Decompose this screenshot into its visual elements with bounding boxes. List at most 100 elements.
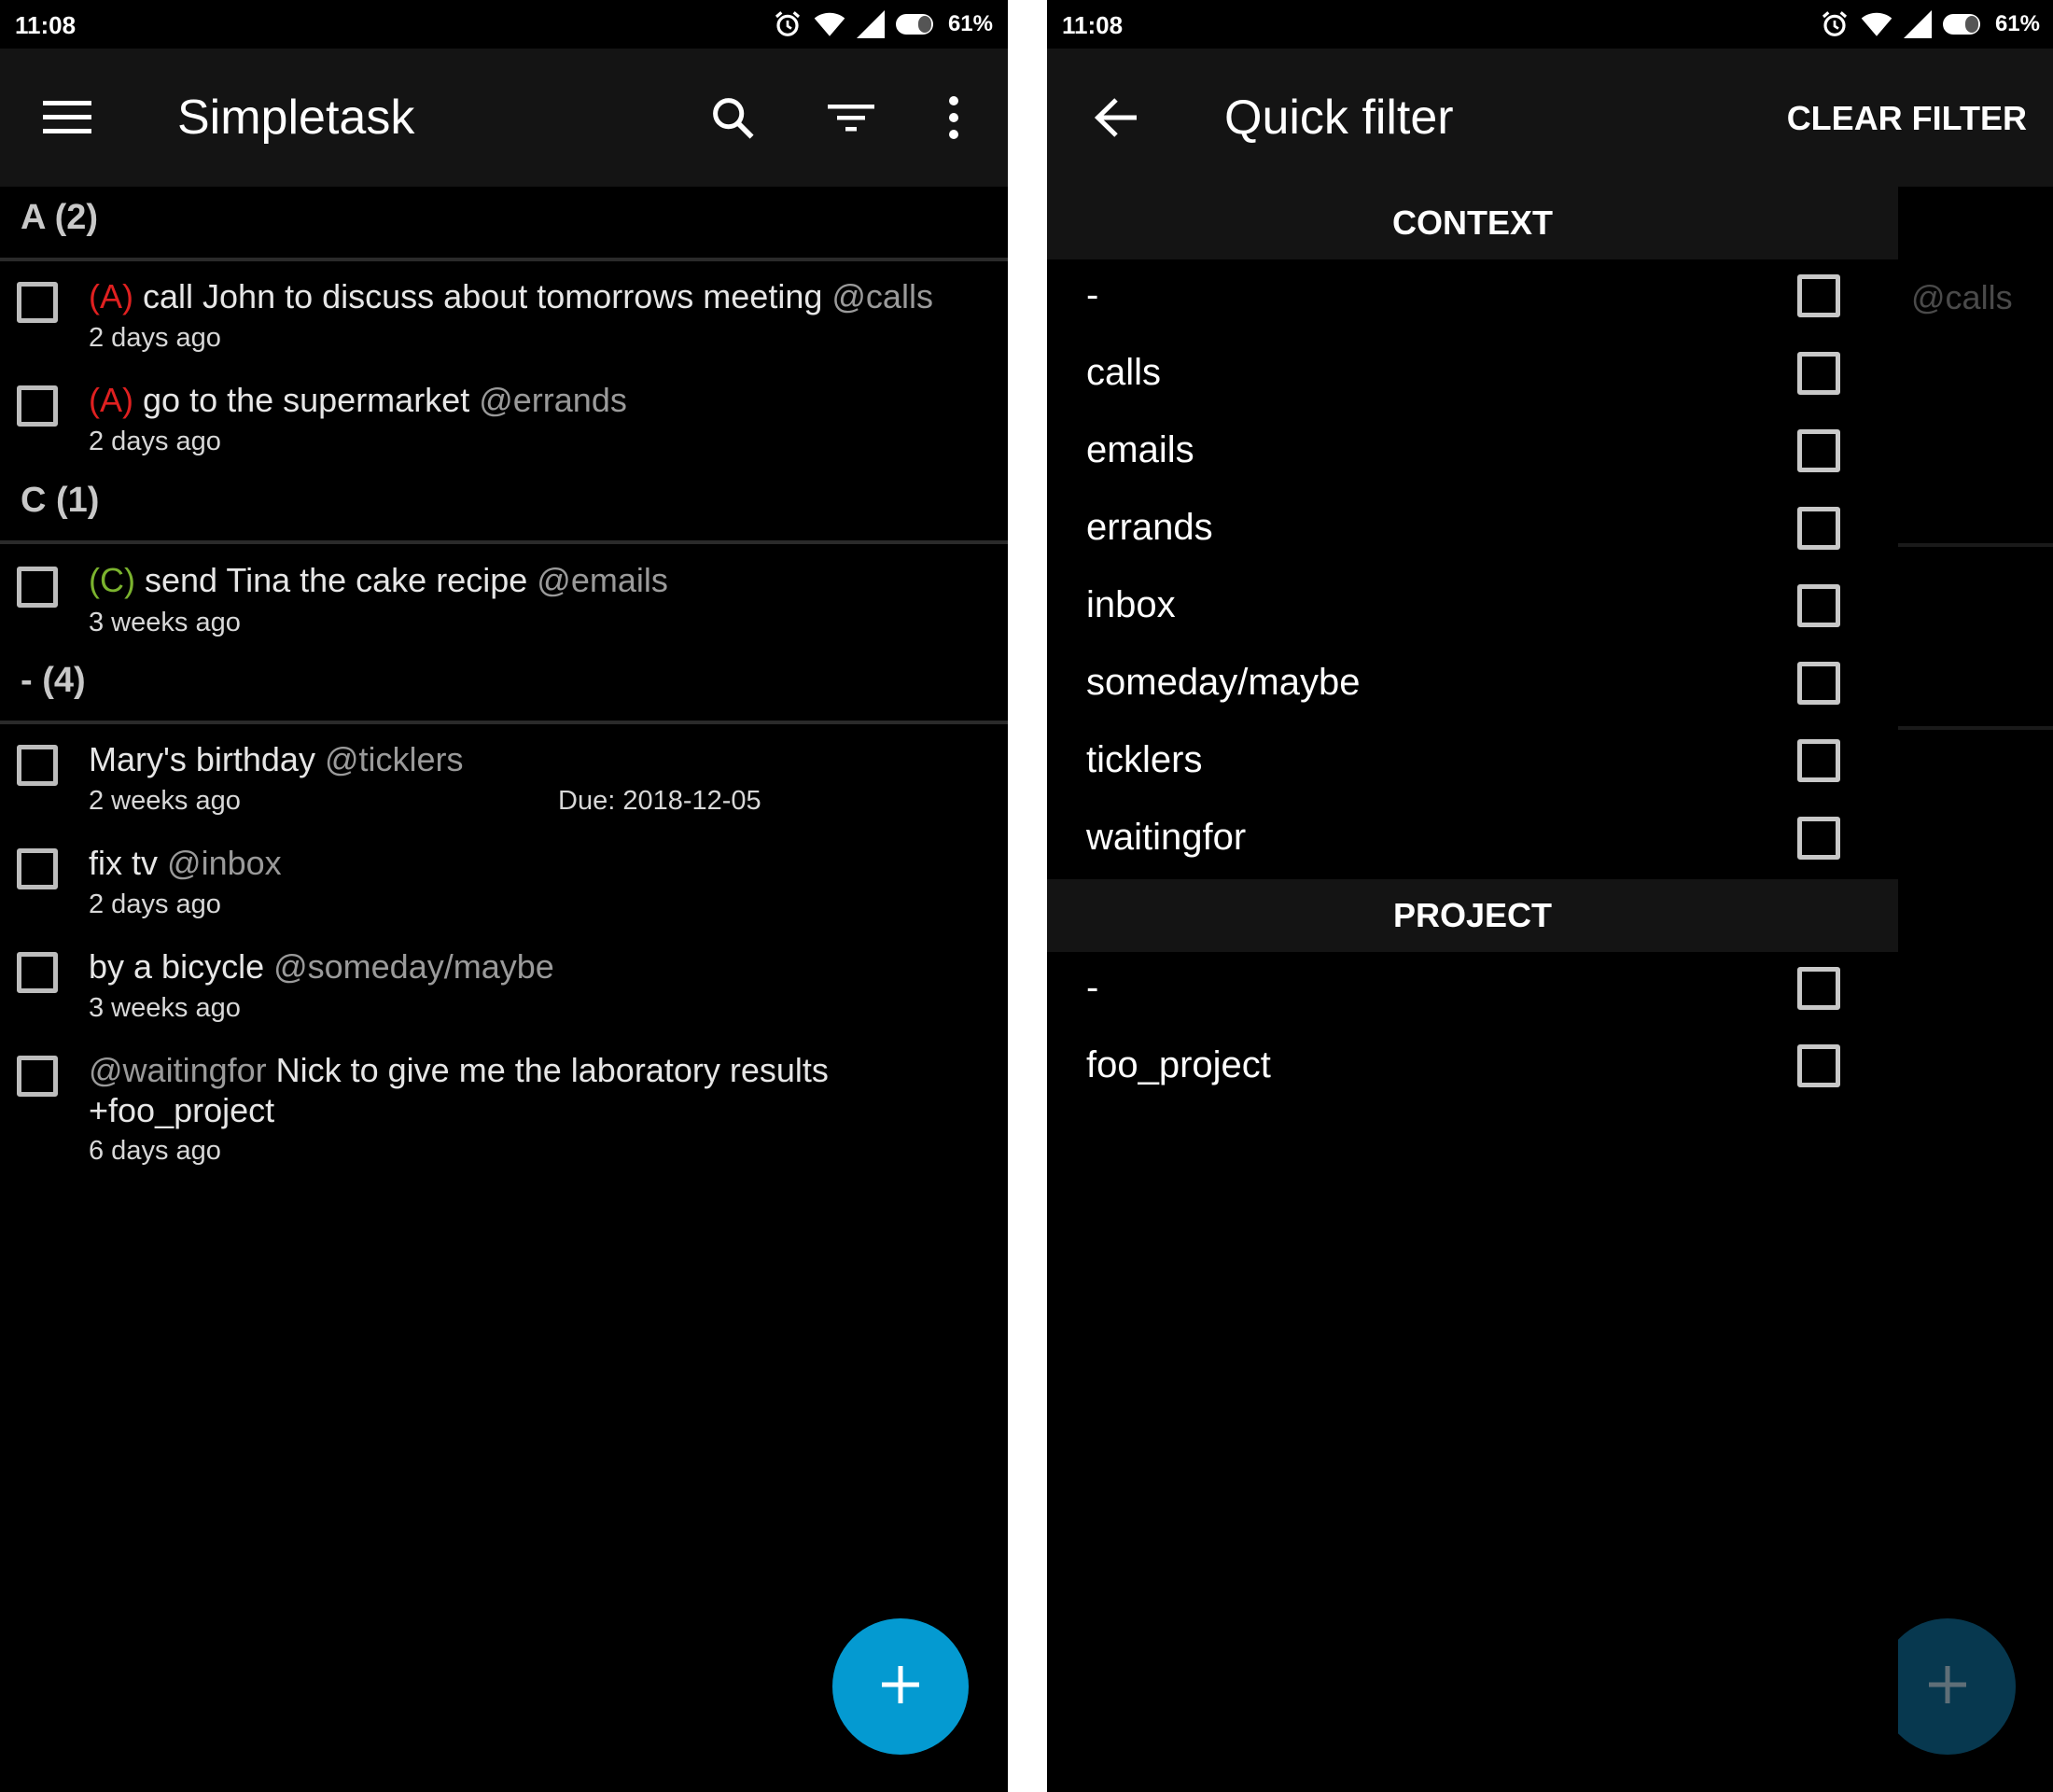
task-due-date: Due: 2018-12-05	[558, 786, 761, 816]
task-checkbox[interactable]	[17, 282, 58, 323]
context-filter-item[interactable]: errands	[1047, 492, 1898, 569]
background-task-list-peek: @calls	[1898, 187, 2053, 1792]
task-title: go to the supermarket	[143, 381, 470, 419]
plus-icon	[880, 1664, 921, 1710]
project-checkbox[interactable]	[1797, 967, 1840, 1010]
signal-icon	[1903, 10, 1932, 38]
status-bar: 11:08 61%	[0, 0, 1008, 49]
quick-filter-screen: 11:08 61% Quick filter CLEAR FILTER @cal…	[1047, 0, 2053, 1792]
background-divider	[1898, 543, 2053, 547]
context-label: -	[1086, 274, 1099, 315]
context-checkbox[interactable]	[1797, 739, 1840, 782]
task-checkbox[interactable]	[17, 745, 58, 786]
filter-icon[interactable]	[814, 80, 888, 155]
group-header-label: C (1)	[21, 481, 100, 520]
task-context-tag: @emails	[537, 561, 668, 599]
background-divider	[1898, 726, 2053, 730]
app-bar: Quick filter CLEAR FILTER	[1047, 49, 2053, 187]
group-header: A (2)	[0, 187, 1008, 261]
task-age: 2 weeks ago	[89, 786, 241, 816]
task-item[interactable]: by a bicycle @someday/maybe 3 weeks ago	[0, 931, 1008, 1035]
group-header: - (4)	[0, 650, 1008, 724]
context-filter-item[interactable]: ticklers	[1047, 724, 1898, 802]
clear-filter-button[interactable]: CLEAR FILTER	[1787, 99, 2027, 138]
task-item[interactable]: fix tv @inbox 2 days ago	[0, 828, 1008, 931]
app-bar: Simpletask	[0, 49, 1008, 187]
context-checkbox[interactable]	[1797, 584, 1840, 627]
group-header: C (1)	[0, 469, 1008, 544]
context-label: calls	[1086, 352, 1162, 393]
task-priority: (A)	[89, 381, 133, 419]
task-checkbox[interactable]	[17, 952, 58, 993]
menu-icon[interactable]	[30, 80, 105, 155]
project-filter-item[interactable]: foo_project	[1047, 1029, 1898, 1107]
wifi-icon	[1861, 10, 1892, 38]
context-checkbox[interactable]	[1797, 429, 1840, 472]
context-section-header: CONTEXT	[1047, 187, 1898, 259]
context-label: ticklers	[1086, 739, 1203, 780]
battery-percent: 61%	[1994, 11, 2040, 36]
task-item[interactable]: (C) send Tina the cake recipe @emails 3 …	[0, 544, 1008, 650]
back-arrow-icon[interactable]	[1079, 80, 1153, 155]
task-age: 3 weeks ago	[89, 993, 241, 1023]
task-checkbox[interactable]	[17, 567, 58, 608]
task-priority: (A)	[89, 277, 133, 315]
status-bar: 11:08 61%	[1047, 0, 2053, 49]
task-title: Mary's birthday	[89, 740, 315, 778]
task-context-tag: @ticklers	[324, 740, 464, 778]
context-filter-item[interactable]: waitingfor	[1047, 802, 1898, 879]
context-label: emails	[1086, 429, 1194, 470]
task-checkbox[interactable]	[17, 385, 58, 427]
task-age: 3 weeks ago	[89, 608, 241, 637]
task-text: fix tv @inbox	[89, 844, 282, 883]
task-checkbox[interactable]	[17, 848, 58, 889]
status-time: 11:08	[1062, 11, 1124, 39]
context-checkbox[interactable]	[1797, 352, 1840, 395]
task-item[interactable]: (A) go to the supermarket @errands 2 day…	[0, 365, 1008, 469]
context-checkbox[interactable]	[1797, 274, 1840, 317]
search-icon[interactable]	[695, 80, 770, 155]
quick-filter-drawer: CONTEXT - calls emails errands inbox som…	[1047, 187, 1898, 1792]
context-filter-item[interactable]: -	[1047, 259, 1898, 337]
task-list: A (2) (A) call John to discuss about tom…	[0, 187, 1008, 1175]
group-header-label: A (2)	[21, 198, 99, 237]
task-title: call John to discuss about tomorrows mee…	[143, 277, 823, 315]
context-checkbox[interactable]	[1797, 817, 1840, 860]
task-age: 2 days ago	[89, 323, 221, 353]
background-context-tag: @calls	[1911, 278, 2013, 316]
task-checkbox[interactable]	[17, 1056, 58, 1097]
alarm-icon	[1820, 9, 1850, 39]
context-label: someday/maybe	[1086, 662, 1361, 703]
task-age: 6 days ago	[89, 1136, 221, 1166]
battery-icon	[895, 13, 937, 35]
task-text: (A) go to the supermarket @errands	[89, 381, 627, 420]
project-section-header: PROJECT	[1047, 879, 1898, 952]
context-filter-item[interactable]: someday/maybe	[1047, 647, 1898, 724]
task-text: Mary's birthday @ticklers	[89, 740, 464, 779]
alarm-icon	[773, 9, 803, 39]
task-context-tag: @waitingfor	[89, 1051, 267, 1089]
task-priority: (C)	[89, 561, 135, 599]
task-item[interactable]: Mary's birthday @ticklers 2 weeks ago Du…	[0, 724, 1008, 828]
task-age: 2 days ago	[89, 427, 221, 456]
context-filter-item[interactable]: inbox	[1047, 569, 1898, 647]
context-filter-item[interactable]: emails	[1047, 414, 1898, 492]
context-checkbox[interactable]	[1797, 662, 1840, 705]
battery-icon	[1942, 13, 1984, 35]
add-task-button[interactable]	[832, 1618, 969, 1755]
task-item[interactable]: @waitingfor Nick to give me the laborato…	[0, 1035, 1008, 1175]
add-task-button-dimmed	[1898, 1618, 2053, 1755]
context-checkbox[interactable]	[1797, 507, 1840, 550]
project-filter-item[interactable]: -	[1047, 952, 1898, 1029]
task-text: (C) send Tina the cake recipe @emails	[89, 561, 668, 600]
context-label: waitingfor	[1086, 817, 1247, 858]
task-project-tag: +foo_project	[89, 1091, 275, 1129]
more-vert-icon[interactable]	[916, 80, 991, 155]
project-checkbox[interactable]	[1797, 1044, 1840, 1087]
signal-icon	[856, 10, 885, 38]
context-filter-item[interactable]: calls	[1047, 337, 1898, 414]
status-icons: 61%	[773, 9, 993, 39]
context-label: errands	[1086, 507, 1213, 548]
task-item[interactable]: (A) call John to discuss about tomorrows…	[0, 261, 1008, 365]
task-context-tag: @calls	[831, 277, 933, 315]
